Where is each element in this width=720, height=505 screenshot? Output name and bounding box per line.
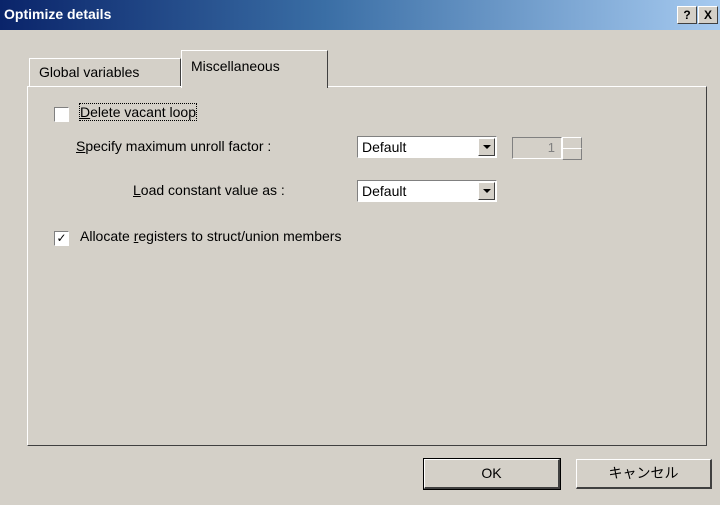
tab-miscellaneous-label: Miscellaneous — [191, 58, 280, 74]
load-constant-value: Default — [362, 183, 407, 199]
spin-down-icon — [562, 148, 582, 160]
cancel-button[interactable]: キャンセル — [576, 459, 712, 489]
delete-vacant-loop-label[interactable]: Delete vacant loop — [79, 103, 197, 121]
tab-global-variables-label: Global variables — [39, 64, 140, 80]
delete-vacant-loop-checkbox[interactable] — [54, 107, 69, 122]
load-constant-label: Load constant value as : — [133, 182, 285, 198]
ok-button[interactable]: OK — [423, 458, 561, 490]
window-title: Optimize details — [4, 6, 112, 22]
chevron-down-icon[interactable] — [478, 138, 495, 156]
unroll-factor-spinner — [562, 137, 582, 160]
chevron-down-icon[interactable] — [478, 182, 495, 200]
unroll-factor-value: Default — [362, 139, 407, 155]
allocate-registers-label[interactable]: Allocate registers to struct/union membe… — [80, 228, 341, 244]
check-mark-icon: ✓ — [56, 231, 67, 245]
tab-global-variables[interactable]: Global variables — [29, 58, 181, 86]
tab-miscellaneous[interactable]: Miscellaneous — [181, 50, 328, 88]
title-bar: Optimize details ? X — [0, 0, 720, 30]
load-constant-select[interactable]: Default — [357, 180, 497, 202]
unroll-factor-label: Specify maximum unroll factor : — [76, 138, 272, 154]
unroll-factor-select[interactable]: Default — [357, 136, 497, 158]
close-button[interactable]: X — [698, 6, 718, 24]
unroll-factor-spin-input: 1 — [512, 137, 562, 159]
help-button[interactable]: ? — [677, 6, 697, 24]
allocate-registers-checkbox[interactable]: ✓ — [54, 231, 69, 246]
